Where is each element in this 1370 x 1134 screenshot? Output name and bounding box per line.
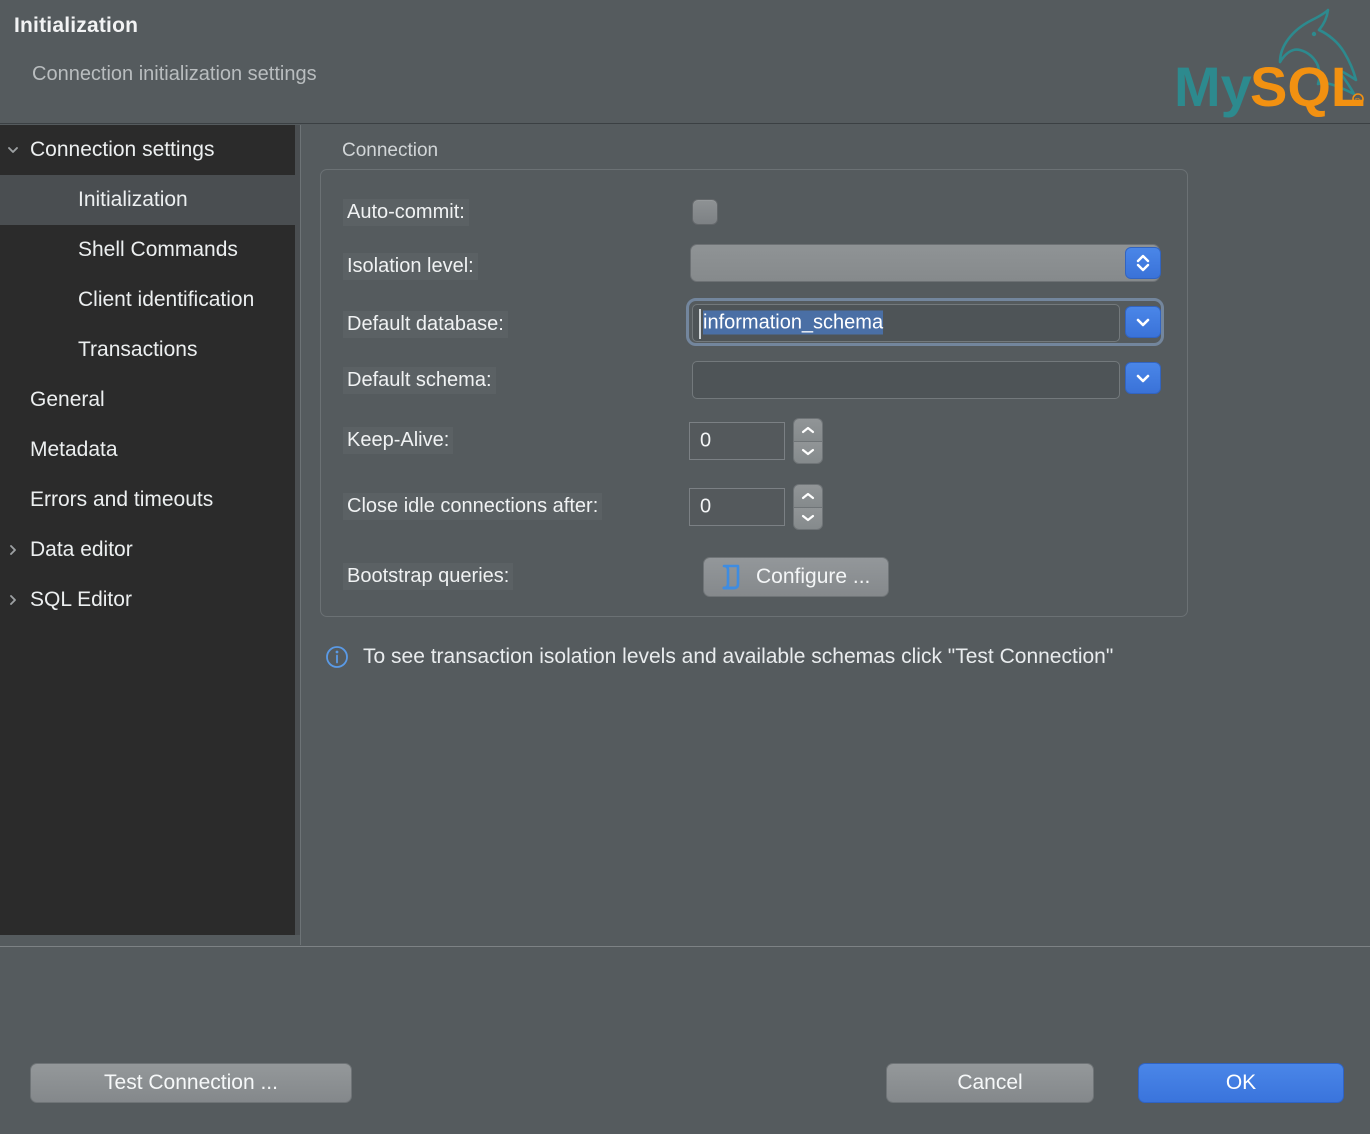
- default-database-label: Default database:: [343, 311, 508, 338]
- chevron-right-icon: [10, 545, 16, 555]
- default-database-input[interactable]: information_schema: [692, 304, 1120, 342]
- sidebar-item-label: Shell Commands: [78, 238, 238, 261]
- bootstrap-queries-label: Bootstrap queries:: [343, 563, 514, 590]
- settings-content: Connection Auto-commit: Isolation level:…: [320, 125, 1370, 945]
- sidebar-twisty[interactable]: [0, 593, 26, 607]
- close-idle-value: 0: [700, 495, 712, 518]
- svg-text:R: R: [1355, 98, 1360, 105]
- sidebar-bottom-gap: [0, 936, 295, 946]
- sidebar-item-connection-settings[interactable]: Connection settings: [0, 125, 295, 175]
- group-title: Connection: [342, 140, 439, 161]
- chevron-up-icon: [801, 426, 815, 433]
- keep-alive-label: Keep-Alive:: [343, 427, 454, 454]
- close-idle-input[interactable]: 0: [689, 488, 785, 526]
- sidebar-twisty[interactable]: [0, 143, 26, 157]
- svg-text:My: My: [1174, 55, 1252, 118]
- auto-commit-checkbox[interactable]: [692, 199, 718, 225]
- cancel-button[interactable]: Cancel: [886, 1063, 1094, 1103]
- page-title: Initialization: [14, 14, 139, 37]
- keep-alive-decrement[interactable]: [793, 440, 823, 464]
- close-idle-stepper[interactable]: [793, 484, 823, 530]
- sidebar-item-initialization[interactable]: Initialization: [0, 175, 295, 225]
- sidebar-item-label: Metadata: [30, 438, 118, 461]
- isolation-level-stepper-icon[interactable]: [1125, 247, 1161, 279]
- auto-commit-label: Auto-commit:: [343, 199, 469, 226]
- close-idle-label: Close idle connections after:: [343, 493, 603, 520]
- vertical-divider: [300, 125, 301, 945]
- script-icon: [722, 564, 740, 590]
- chevron-up-icon: [801, 492, 815, 499]
- sidebar-item-label: Initialization: [78, 188, 188, 211]
- default-database-value: information_schema: [703, 310, 884, 335]
- sidebar-item-data-editor[interactable]: Data editor: [0, 525, 295, 575]
- dialog-footer: Test Connection ... Cancel OK: [0, 947, 1370, 1134]
- close-idle-decrement[interactable]: [793, 506, 823, 530]
- keep-alive-input[interactable]: 0: [689, 422, 785, 460]
- default-database-dropdown-button[interactable]: [1125, 306, 1161, 338]
- info-message: To see transaction isolation levels and …: [325, 645, 1113, 669]
- info-icon: [326, 646, 348, 668]
- default-schema-label: Default schema:: [343, 367, 496, 394]
- sidebar-item-label: Errors and timeouts: [30, 488, 214, 511]
- sidebar-item-label: SQL Editor: [30, 588, 132, 611]
- sidebar-item-label: Transactions: [78, 338, 198, 361]
- default-schema-input[interactable]: [692, 361, 1120, 399]
- sidebar-item-label: Data editor: [30, 538, 133, 561]
- chevron-up-down-icon: [1136, 254, 1150, 272]
- sidebar-item-label: Connection settings: [30, 138, 215, 161]
- keep-alive-value: 0: [700, 429, 712, 452]
- chevron-right-icon: [10, 595, 16, 605]
- configure-button-label: Configure ...: [756, 565, 871, 588]
- sidebar-item-shell-commands[interactable]: Shell Commands: [0, 225, 295, 275]
- isolation-level-label: Isolation level:: [343, 253, 478, 280]
- sidebar-item-general[interactable]: General: [0, 375, 295, 425]
- settings-dialog: Initialization Connection initialization…: [0, 0, 1370, 1134]
- keep-alive-stepper[interactable]: [793, 418, 823, 464]
- default-schema-dropdown-button[interactable]: [1125, 362, 1161, 394]
- sidebar-item-sql-editor[interactable]: SQL Editor: [0, 575, 295, 625]
- keep-alive-increment[interactable]: [793, 418, 823, 441]
- isolation-level-select[interactable]: [690, 244, 1160, 282]
- sidebar-item-errors-and-timeouts[interactable]: Errors and timeouts: [0, 475, 295, 525]
- chevron-down-icon: [1136, 374, 1150, 383]
- ok-button[interactable]: OK: [1138, 1063, 1344, 1103]
- test-connection-button[interactable]: Test Connection ...: [30, 1063, 352, 1103]
- info-message-text: To see transaction isolation levels and …: [363, 645, 1114, 668]
- sidebar-twisty[interactable]: [0, 543, 26, 557]
- dialog-header: Initialization Connection initialization…: [0, 0, 1370, 124]
- configure-button[interactable]: Configure ...: [703, 557, 890, 597]
- mysql-logo: My SQL R: [1174, 8, 1365, 118]
- chevron-down-icon: [1136, 318, 1150, 327]
- page-subtitle: Connection initialization settings: [32, 63, 317, 85]
- settings-sidebar[interactable]: Connection settings Initialization Shell C…: [0, 125, 295, 935]
- sidebar-item-metadata[interactable]: Metadata: [0, 425, 295, 475]
- sidebar-item-transactions[interactable]: Transactions: [0, 325, 295, 375]
- svg-text:SQL: SQL: [1250, 55, 1365, 118]
- sidebar-item-label: Client identification: [78, 288, 255, 311]
- text-caret: [699, 309, 701, 339]
- chevron-down-icon: [8, 147, 18, 153]
- chevron-down-icon: [801, 515, 815, 522]
- close-idle-increment[interactable]: [793, 484, 823, 507]
- chevron-down-icon: [801, 449, 815, 456]
- sidebar-item-label: General: [30, 388, 105, 411]
- sidebar-item-client-identification[interactable]: Client identification: [0, 275, 295, 325]
